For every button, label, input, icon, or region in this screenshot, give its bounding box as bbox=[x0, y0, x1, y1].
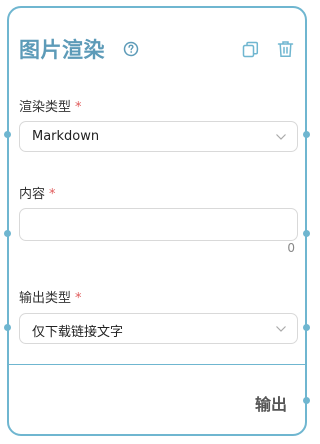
left-handle-output-type[interactable] bbox=[4, 324, 11, 331]
right-handle-output[interactable] bbox=[303, 397, 310, 404]
copy-icon[interactable] bbox=[242, 41, 259, 58]
output-type-value: 仅下载链接文字 bbox=[32, 325, 124, 340]
node-title: 图片渲染 bbox=[19, 38, 105, 62]
node-header: 图片渲染 bbox=[9, 8, 305, 72]
chevron-down-icon bbox=[276, 326, 286, 332]
left-handle-content[interactable] bbox=[4, 230, 11, 237]
left-handle-render-type[interactable] bbox=[4, 131, 11, 138]
output-type-label: 输出类型 * bbox=[19, 287, 82, 306]
char-count: 0 bbox=[287, 241, 295, 255]
chevron-down-icon bbox=[276, 134, 286, 140]
required-mark: * bbox=[49, 187, 56, 202]
trash-icon[interactable] bbox=[277, 40, 294, 58]
content-textarea[interactable] bbox=[19, 208, 298, 241]
section-divider bbox=[9, 364, 305, 365]
content-label: 内容 * bbox=[19, 183, 56, 202]
right-handle-render-type[interactable] bbox=[303, 131, 310, 138]
render-type-select[interactable]: Markdown bbox=[19, 121, 298, 152]
output-type-label-text: 输出类型 bbox=[19, 291, 72, 306]
right-handle-output-type[interactable] bbox=[303, 324, 310, 331]
required-mark: * bbox=[75, 291, 82, 306]
help-circle-icon[interactable] bbox=[123, 41, 139, 57]
image-render-node[interactable]: 图片渲染 渲染类型 * Markdown 内容 * 0 输出类型 * 仅下载链接… bbox=[4, 6, 310, 436]
render-type-label: 渲染类型 * bbox=[19, 96, 82, 115]
right-handle-content[interactable] bbox=[303, 230, 310, 237]
output-label: 输出 bbox=[254, 395, 287, 414]
render-type-label-text: 渲染类型 bbox=[19, 100, 72, 115]
render-type-value: Markdown bbox=[32, 129, 100, 144]
content-label-text: 内容 bbox=[19, 187, 46, 202]
required-mark: * bbox=[75, 100, 82, 115]
output-type-select[interactable]: 仅下载链接文字 bbox=[19, 313, 298, 344]
